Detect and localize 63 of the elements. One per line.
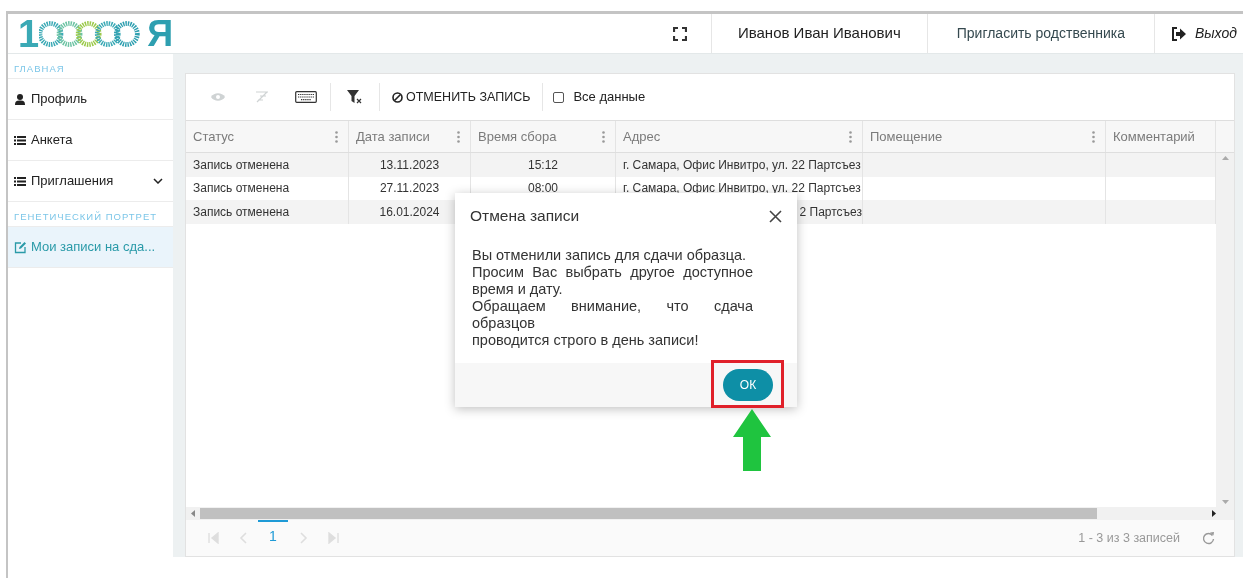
sidebar-item[interactable]: Мои записи на сда...	[8, 227, 173, 268]
caret-up-icon	[1221, 156, 1229, 160]
column-header[interactable]: Статус	[193, 126, 235, 147]
table-cell-text: 15:12	[528, 156, 558, 174]
kebab-menu-icon[interactable]	[335, 130, 338, 143]
refresh-icon	[1201, 531, 1215, 545]
close-icon	[768, 209, 782, 223]
last-page-icon	[327, 532, 339, 544]
list-icon	[14, 133, 26, 147]
kebab-menu-icon[interactable]	[457, 130, 460, 143]
column-header[interactable]: Помещение	[870, 126, 943, 147]
dialog-message: проводится строго в день записи!	[472, 332, 700, 349]
prohibited-icon	[392, 91, 403, 103]
column-header[interactable]: Адрес	[623, 126, 661, 147]
checkbox[interactable]	[553, 91, 565, 103]
edit-icon	[14, 240, 26, 254]
caret-down-icon	[1221, 500, 1229, 504]
table-cell-text: г. Самара, Офис Инвитро, ул. 22 Партсъез	[623, 156, 861, 174]
list-icon	[14, 174, 26, 188]
table-cell-text: Запись отменена	[193, 180, 290, 198]
fullscreen-icon[interactable]	[672, 26, 687, 41]
user-name[interactable]: Иванов Иван Иванович	[711, 14, 928, 53]
kebab-menu-icon[interactable]	[602, 130, 605, 143]
horizontal-scrollbar[interactable]	[186, 507, 1234, 520]
kebab-menu-icon[interactable]	[1092, 130, 1095, 143]
page-button[interactable]: 1	[258, 520, 288, 550]
next-page-icon	[297, 532, 309, 544]
dialog-title: Отмена записи	[470, 206, 580, 227]
close-button[interactable]	[767, 208, 783, 224]
arrow-drawing	[733, 409, 771, 471]
table-cell-text: 16.01.2024	[379, 203, 440, 221]
column-header[interactable]: Комментарий	[1113, 126, 1195, 147]
table-cell-text: Запись отменена	[193, 156, 290, 174]
pager-summary: 1 - 3 из 3 записей	[1078, 529, 1180, 547]
kebab-menu-icon[interactable]	[849, 130, 852, 143]
user-icon	[14, 92, 26, 106]
table-cell-text: Запись отменена	[193, 203, 290, 221]
chevron-down-icon	[153, 178, 163, 184]
table-cell-text: 2 Партсъез	[799, 203, 862, 221]
keyboard-icon	[295, 91, 317, 103]
table-cell-text: 27.11.2023	[379, 180, 440, 198]
previous-page-icon	[237, 532, 249, 544]
checkbox-label[interactable]: Все данные	[573, 87, 646, 107]
logo-text: 1	[18, 14, 39, 53]
scrollbar-thumb[interactable]	[200, 508, 1097, 519]
caret-right-icon	[1212, 510, 1216, 517]
logout-icon	[1171, 26, 1187, 41]
eye-icon	[210, 92, 226, 102]
invite-link[interactable]: Пригласить родственника	[927, 14, 1155, 53]
filter-clear-icon	[347, 90, 363, 104]
column-hide-icon	[255, 91, 269, 103]
ok-button[interactable]: ОК	[723, 369, 773, 401]
vertical-scrollbar[interactable]	[1216, 153, 1234, 507]
dialog-message: Просим Вас выбрать другое доступное время и дату.	[472, 264, 753, 298]
column-header[interactable]: Дата записи	[356, 126, 430, 147]
table-cell-text: 08:00	[528, 180, 558, 198]
dialog-message: Вы отменили запись для сдачи образца.	[472, 247, 748, 264]
logout-link[interactable]: Выход	[1195, 23, 1237, 44]
first-page-icon	[207, 532, 219, 544]
table-cell-text: 13.11.2023	[379, 156, 440, 174]
cancel-booking-button[interactable]: ОТМЕНИТЬ ЗАПИСЬ	[382, 82, 541, 112]
logo-text: Я	[147, 14, 173, 53]
column-header[interactable]: Время сбора	[478, 126, 557, 147]
